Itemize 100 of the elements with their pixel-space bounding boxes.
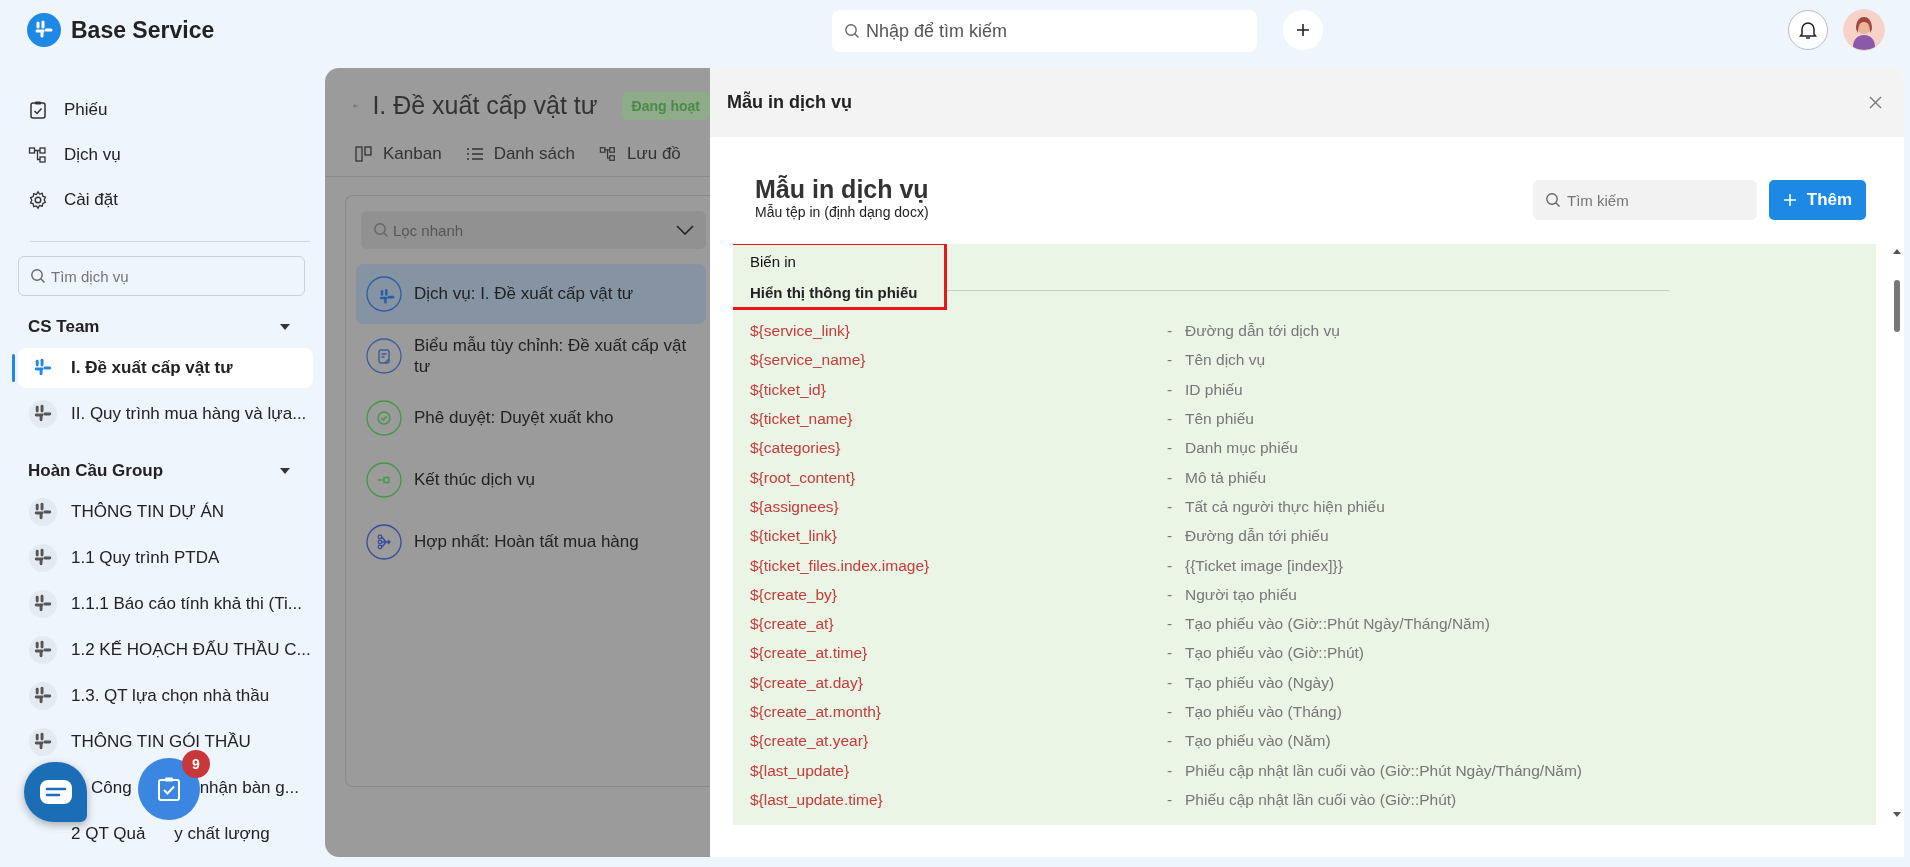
add-button[interactable] — [1283, 10, 1323, 50]
separator: - — [1167, 703, 1174, 721]
avatar[interactable] — [1843, 9, 1885, 51]
app-name: Base Service — [71, 16, 215, 44]
variable-name: ${service_name} — [750, 351, 867, 370]
variable-description: Người tạo phiếu — [1185, 585, 1298, 604]
drawer-title: Mẫu in dịch vụ — [727, 92, 852, 113]
sidebar-item[interactable]: 2 QT Quả — [71, 824, 146, 844]
status-badge: Đang hoạt — [621, 91, 710, 120]
variable-description: {{Ticket image [index]}} — [1185, 556, 1344, 575]
separator: - — [1167, 615, 1174, 634]
separator: - — [1167, 644, 1174, 663]
nav-label: Cài đặt — [64, 189, 118, 210]
variable-name: ${ticket_files.index.image} — [750, 556, 931, 575]
step-label: Phê duyệt: Duyệt xuất kho — [414, 407, 614, 429]
nav-item[interactable]: Cài đặt — [18, 177, 310, 222]
variable-name: ${service_link} — [750, 322, 851, 341]
plus-icon — [1296, 23, 1310, 37]
sidebar-item[interactable]: 1.2 KẾ HOẠCH ĐẤU THẦU C... — [18, 630, 313, 670]
variable-description: Tất cả người thực hiện phiếu — [1185, 497, 1386, 516]
variable-name: ${create_at.time} — [750, 644, 869, 663]
check-circle-icon — [366, 400, 402, 436]
variable-name: ${ticket_id} — [750, 380, 827, 399]
variable-name: ${create_by} — [750, 585, 839, 604]
notification-button[interactable] — [1788, 10, 1828, 50]
step-item[interactable]: Phê duyệt: Duyệt xuất kho — [356, 388, 706, 448]
columns-icon — [355, 145, 373, 163]
sidebar-item[interactable]: Công — [91, 778, 132, 798]
chat-icon — [38, 779, 73, 805]
nav-label: Dịch vụ — [64, 144, 121, 165]
service-title: I. Đề xuất cấp vật tư — [372, 91, 598, 120]
settings-icon — [28, 189, 48, 210]
sidebar-item[interactable]: nhận bàn g... — [199, 778, 299, 798]
separator: - — [1167, 380, 1174, 399]
step-label: Biểu mẫu tùy chỉnh: Đề xuất cấp vật tư — [414, 334, 688, 378]
separator: - — [1167, 410, 1174, 429]
step-item[interactable]: Biểu mẫu tùy chỉnh: Đề xuất cấp vật tư — [356, 326, 706, 386]
step-item[interactable]: Kết thúc dịch vụ — [356, 450, 706, 510]
nav-item[interactable]: Dịch vụ — [18, 132, 310, 177]
filter-field[interactable]: Lọc nhanh — [361, 211, 706, 249]
group-title: CS Team — [28, 317, 100, 337]
step-item[interactable]: Hợp nhất: Hoàn tất mua hàng — [356, 512, 706, 572]
step-label: Kết thúc dịch vụ — [414, 469, 535, 491]
form-edit-icon — [366, 338, 402, 374]
template-search-field[interactable]: Tìm kiếm — [1533, 180, 1757, 220]
variable-description: Tạo phiếu vào (Tháng) — [1185, 703, 1343, 721]
separator: - — [1167, 790, 1174, 809]
nav-item[interactable]: Phiếu — [18, 87, 310, 132]
clipboard-check-icon — [157, 776, 181, 802]
clipboard-check-icon — [28, 99, 48, 120]
view-tab[interactable]: Danh sách — [465, 144, 575, 164]
separator: - — [1167, 761, 1174, 780]
separator: - — [1167, 351, 1174, 370]
service-logo-icon — [29, 590, 57, 618]
variable-name: ${assignees} — [750, 497, 840, 516]
variable-description: Tên phiếu — [1185, 410, 1255, 429]
separator: - — [1167, 673, 1174, 692]
variable-description: Đường dẫn tới dịch vụ — [1185, 322, 1341, 341]
notification-badge: 9 — [182, 750, 210, 778]
separator: - — [1167, 322, 1174, 341]
separator: - — [1167, 468, 1174, 487]
variable-name: ${last_update} — [750, 761, 851, 780]
item-label: 1.3. QT lựa chọn nhà thầu — [71, 686, 270, 706]
variable-name: ${ticket_name} — [750, 410, 854, 429]
variable-name: ${ticket_link} — [750, 527, 839, 546]
caret-icon[interactable] — [280, 466, 290, 476]
logo-icon — [27, 13, 61, 47]
search-icon — [373, 222, 389, 238]
sidebar-item[interactable]: II. Quy trình mua hàng và lựa... — [18, 394, 313, 434]
item-label: 1.1.1 Báo cáo tính khả thi (Ti... — [71, 594, 302, 614]
view-tab[interactable]: Lưu đồ — [598, 144, 681, 164]
service-search-field[interactable]: Tìm dịch vụ — [18, 256, 305, 296]
sidebar-item[interactable]: THÔNG TIN DỰ ÁN — [18, 492, 313, 532]
search-icon — [1545, 192, 1561, 208]
section-label: Biến in — [750, 253, 796, 270]
add-template-button[interactable]: Thêm — [1769, 180, 1866, 220]
sidebar-item[interactable]: 1.1.1 Báo cáo tính khả thi (Ti... — [18, 584, 313, 624]
variable-description: ID phiếu — [1185, 380, 1244, 399]
caret-icon[interactable] — [280, 322, 290, 332]
chevron-down-icon[interactable] — [676, 225, 694, 235]
variable-description: Danh mục phiếu — [1185, 439, 1299, 458]
variable-name: ${root_content} — [750, 468, 857, 487]
step-label: Hợp nhất: Hoàn tất mua hàng — [414, 531, 639, 553]
variable-description: Tạo phiếu vào (Giờ::Phút Ngày/Tháng/Năm) — [1185, 615, 1491, 634]
variable-description: Tên dịch vụ — [1185, 351, 1267, 370]
sidebar-item[interactable]: y chất lượng — [174, 824, 270, 844]
step-item[interactable]: Dịch vụ: I. Đề xuất cấp vật tư — [356, 264, 706, 324]
variable-name: ${categories} — [750, 439, 842, 458]
view-tab[interactable]: Kanban — [355, 144, 442, 164]
search-icon — [844, 23, 860, 39]
item-label: 1.1 Quy trình PTDA — [71, 548, 220, 568]
search-field[interactable]: Nhập để tìm kiếm — [832, 10, 1257, 52]
variable-name: ${create_at} — [750, 615, 835, 634]
list-icon — [465, 145, 484, 163]
separator: - — [1167, 497, 1174, 516]
chat-button[interactable] — [24, 762, 87, 822]
sidebar-item[interactable]: 1.3. QT lựa chọn nhà thầu — [18, 676, 313, 716]
service-logo-icon — [29, 498, 57, 526]
service-logo-icon — [29, 728, 57, 756]
sidebar-item[interactable]: 1.1 Quy trình PTDA — [18, 538, 313, 578]
